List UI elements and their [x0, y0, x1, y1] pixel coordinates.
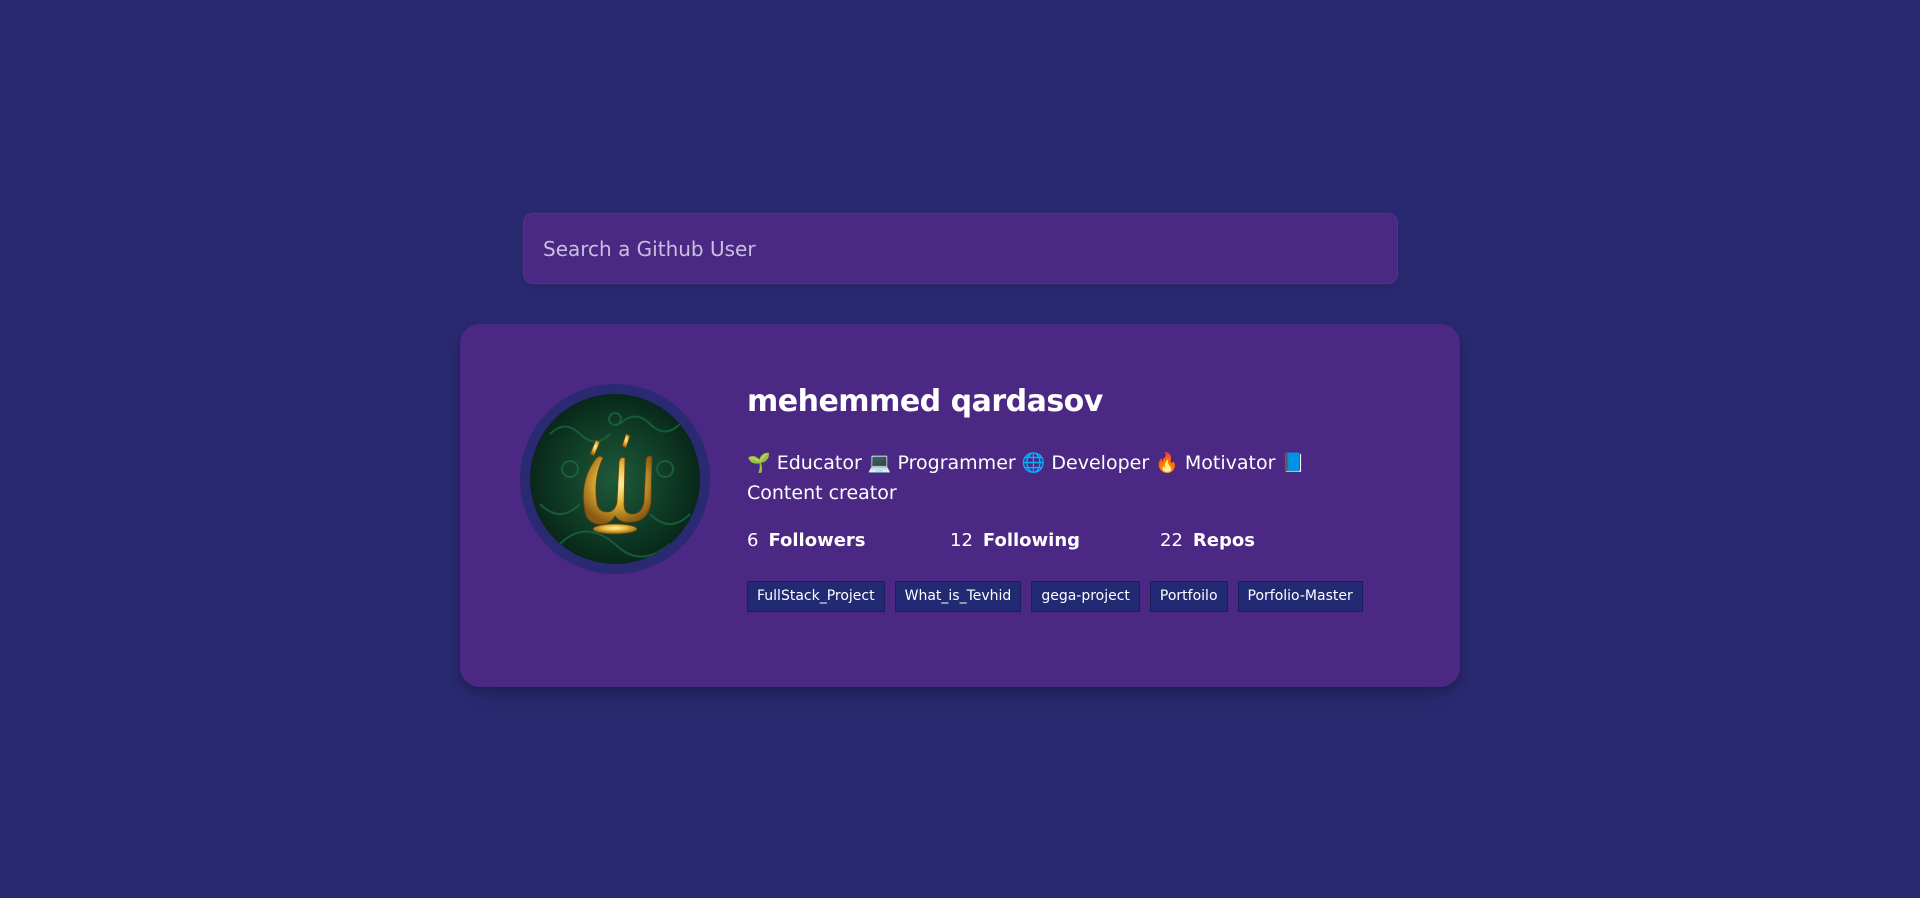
search-input[interactable]: [523, 213, 1398, 284]
repo-link[interactable]: What_is_Tevhid: [894, 581, 1022, 612]
user-stats: 6 Followers 12 Following 22 Repos: [747, 526, 1417, 556]
repo-link[interactable]: Portfoilo: [1149, 581, 1228, 612]
repos-stat: 22 Repos: [1160, 526, 1255, 556]
user-avatar: [520, 384, 710, 574]
followers-label: Followers: [768, 530, 866, 551]
repo-link[interactable]: Porfolio-Master: [1237, 581, 1363, 612]
repo-link[interactable]: gega-project: [1031, 581, 1140, 612]
user-info: mehemmed qardasov 🌱 Educator 💻 Programme…: [747, 382, 1417, 612]
user-card: mehemmed qardasov 🌱 Educator 💻 Programme…: [460, 324, 1460, 687]
following-stat: 12 Following: [950, 526, 1160, 556]
user-bio: 🌱 Educator 💻 Programmer 🌐 Developer 🔥 Mo…: [747, 452, 1306, 504]
following-count: 12: [950, 530, 973, 551]
search-form: [523, 213, 1398, 284]
following-label: Following: [982, 530, 1081, 551]
followers-stat: 6 Followers: [747, 526, 950, 556]
followers-count: 6: [747, 530, 759, 551]
repos-count: 22: [1160, 530, 1183, 551]
repos-label: Repos: [1192, 530, 1255, 551]
calligraphy-avatar-icon: [539, 412, 691, 558]
repo-list: FullStack_Project What_is_Tevhid gega-pr…: [747, 581, 1417, 612]
user-name: mehemmed qardasov: [747, 384, 1103, 419]
repo-link[interactable]: FullStack_Project: [747, 581, 885, 612]
